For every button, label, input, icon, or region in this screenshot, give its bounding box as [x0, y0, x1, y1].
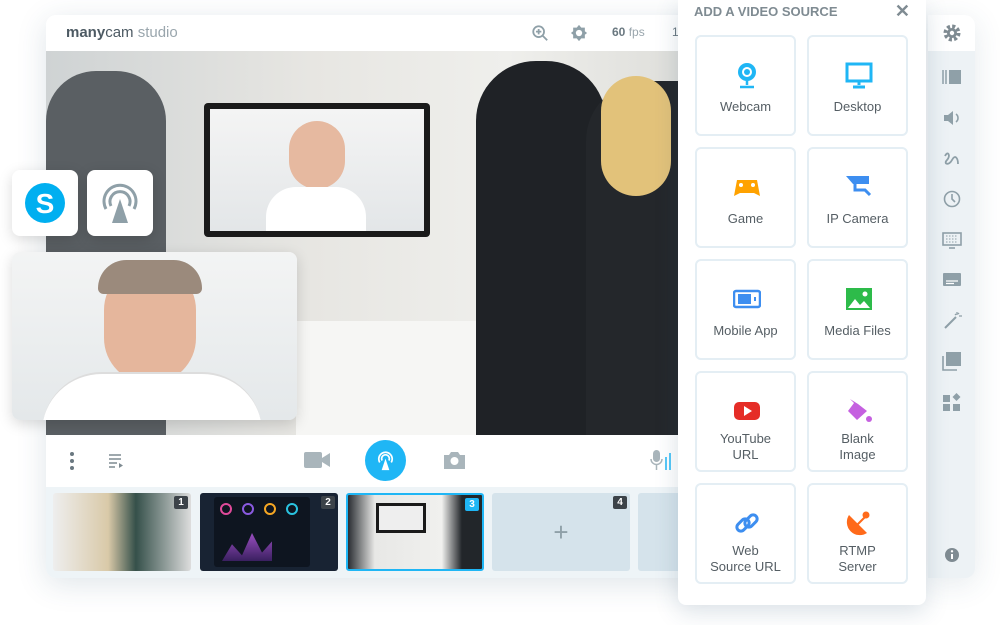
scene-thumbnails: 1 2 3 + 4	[46, 487, 706, 578]
broadcast-tower-icon	[102, 183, 138, 223]
gamepad-icon	[734, 180, 760, 196]
svg-text:S: S	[36, 188, 55, 219]
source-rtmp-server[interactable]: RTMP Server	[807, 483, 908, 584]
brightness-icon[interactable]	[570, 24, 588, 42]
video-camera-icon[interactable]	[304, 450, 330, 470]
image-icon	[846, 288, 872, 310]
source-youtube-url[interactable]: YouTube URL	[695, 371, 796, 472]
source-label: RTMP Server	[838, 543, 877, 574]
source-label: Desktop	[833, 99, 882, 114]
source-label: Media Files	[824, 323, 891, 338]
source-ip-camera[interactable]: IP Camera	[807, 147, 908, 248]
microphone-icon[interactable]	[650, 449, 672, 471]
presets-icon[interactable]	[942, 67, 962, 87]
source-webcam[interactable]: Webcam	[695, 35, 796, 136]
paint-bucket-icon	[848, 399, 872, 422]
effects-wand-icon[interactable]	[942, 311, 962, 331]
source-mobile-app[interactable]: Mobile App	[695, 259, 796, 360]
source-label: Game	[727, 211, 764, 226]
close-button[interactable]: ✕	[895, 1, 910, 22]
broadcast-button[interactable]	[365, 440, 406, 481]
satellite-dish-icon	[846, 511, 870, 536]
right-sidebar	[928, 15, 975, 578]
scene-number: 2	[321, 496, 335, 509]
scene-thumbnail-2[interactable]: 2	[200, 493, 338, 571]
source-label: Blank Image	[839, 431, 876, 462]
zoom-in-icon[interactable]	[531, 24, 549, 42]
skype-source-badge[interactable]: S	[12, 170, 78, 236]
skype-icon: S	[25, 183, 65, 223]
settings-gear-icon[interactable]	[942, 23, 962, 43]
snapshot-camera-icon[interactable]	[444, 450, 465, 469]
broadcast-source-badge[interactable]	[87, 170, 153, 236]
youtube-icon	[734, 402, 760, 420]
scene-thumbnail-3-active[interactable]: 3	[346, 493, 484, 571]
monitor	[204, 103, 430, 237]
panel-title: ADD A VIDEO SOURCE	[694, 4, 838, 19]
logo: manycam studio	[66, 24, 178, 41]
fps-selector[interactable]: 60 fps	[612, 25, 645, 39]
source-label: Mobile App	[713, 323, 778, 338]
broadcast-icon	[377, 451, 394, 471]
source-label: IP Camera	[826, 211, 889, 226]
source-label: Webcam	[719, 99, 772, 114]
playlist-icon[interactable]	[108, 453, 124, 469]
ip-camera-icon	[846, 176, 872, 197]
chroma-key-icon[interactable]	[942, 230, 962, 250]
control-bar	[46, 435, 706, 487]
scene-number: 4	[613, 496, 627, 509]
header: manycam studio 60 fps 1	[46, 15, 706, 51]
more-options-icon[interactable]	[68, 451, 76, 471]
info-icon[interactable]	[942, 545, 962, 565]
source-desktop[interactable]: Desktop	[807, 35, 908, 136]
source-game[interactable]: Game	[695, 147, 796, 248]
link-icon	[735, 513, 759, 533]
mobile-app-icon	[733, 289, 761, 309]
scene-number: 3	[465, 498, 479, 511]
source-label: Web Source URL	[710, 543, 781, 574]
source-media-files[interactable]: Media Files	[807, 259, 908, 360]
image-gallery-icon[interactable]	[942, 351, 962, 371]
audio-volume-icon[interactable]	[942, 108, 962, 128]
drawing-icon[interactable]	[942, 148, 962, 168]
source-label: YouTube URL	[719, 431, 772, 462]
desktop-icon	[845, 62, 873, 89]
widgets-icon[interactable]	[942, 392, 962, 412]
webcam-icon	[738, 63, 756, 89]
source-blank-image[interactable]: Blank Image	[807, 371, 908, 472]
add-scene-slot-4[interactable]: + 4	[492, 493, 630, 571]
scene-number: 1	[174, 496, 188, 509]
clock-icon[interactable]	[942, 189, 962, 209]
plus-icon: +	[553, 517, 569, 547]
picture-in-picture-webcam[interactable]	[12, 252, 297, 420]
lower-thirds-icon[interactable]	[942, 270, 962, 290]
add-video-source-panel: ADD A VIDEO SOURCE ✕ Webcam Desktop Game…	[678, 0, 926, 605]
scene-thumbnail-1[interactable]: 1	[53, 493, 191, 571]
source-web-source-url[interactable]: Web Source URL	[695, 483, 796, 584]
